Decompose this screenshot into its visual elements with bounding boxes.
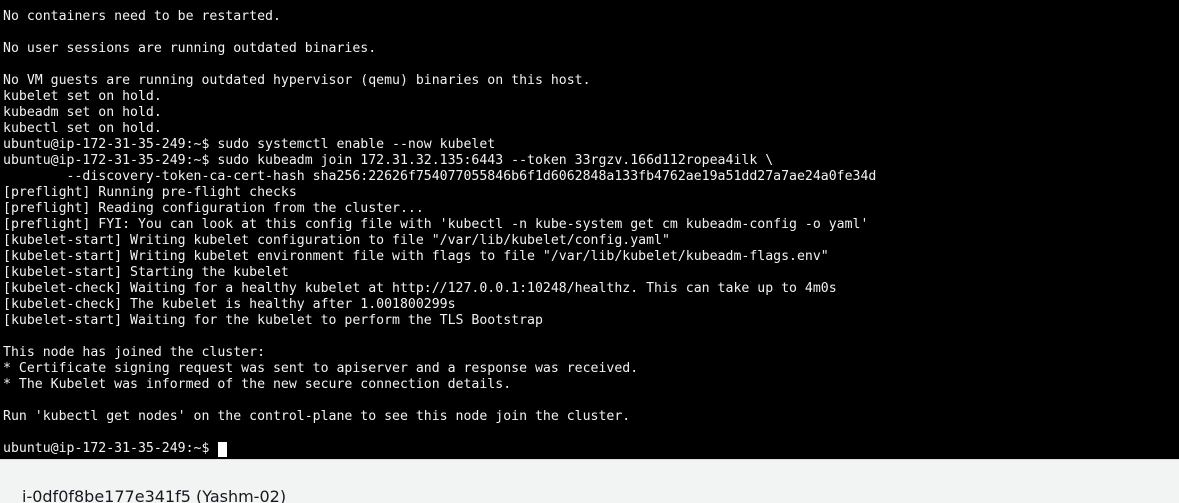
terminal-line: [kubelet-start] Starting the kubelet: [3, 265, 289, 280]
terminal-line: [kubelet-start] Waiting for the kubelet …: [3, 313, 543, 328]
terminal-line: [kubelet-check] Waiting for a healthy ku…: [3, 281, 837, 296]
terminal-output: No containers need to be restarted. No u…: [3, 9, 876, 457]
terminal-line: [kubelet-check] The kubelet is healthy a…: [3, 297, 456, 312]
terminal-line: kubeadm set on hold.: [3, 105, 162, 120]
terminal-line: Run 'kubectl get nodes' on the control-p…: [3, 409, 631, 424]
terminal-window[interactable]: No containers need to be restarted. No u…: [0, 0, 1179, 459]
terminal-line: * The Kubelet was informed of the new se…: [3, 377, 512, 392]
terminal-line: * Certificate signing request was sent t…: [3, 361, 639, 376]
terminal-line: No user sessions are running outdated bi…: [3, 41, 377, 56]
terminal-line: [kubelet-start] Writing kubelet environm…: [3, 249, 829, 264]
instance-title: i-0df0f8be177e341f5 (Yashm-02): [22, 487, 287, 503]
terminal-line: kubectl set on hold.: [3, 121, 162, 136]
terminal-line: kubelet set on hold.: [3, 89, 162, 104]
terminal-line: --discovery-token-ca-cert-hash sha256:22…: [3, 169, 877, 184]
terminal-line: ubuntu@ip-172-31-35-249:~$ sudo kubeadm …: [3, 153, 774, 168]
shell-prompt: ubuntu@ip-172-31-35-249:~$: [3, 441, 218, 456]
instance-info-bar: i-0df0f8be177e341f5 (Yashm-02): [0, 459, 1179, 503]
terminal-line: [preflight] FYI: You can look at this co…: [3, 217, 869, 232]
terminal-line: No containers need to be restarted.: [3, 9, 281, 24]
terminal-line: This node has joined the cluster:: [3, 345, 266, 360]
terminal-cursor: [218, 441, 228, 457]
terminal-line: [preflight] Reading configuration from t…: [3, 201, 424, 216]
terminal-prompt-line[interactable]: ubuntu@ip-172-31-35-249:~$: [3, 441, 876, 457]
terminal-line: No VM guests are running outdated hyperv…: [3, 73, 591, 88]
terminal-line: ubuntu@ip-172-31-35-249:~$ sudo systemct…: [3, 137, 496, 152]
terminal-line: [preflight] Running pre-flight checks: [3, 185, 297, 200]
terminal-line: [kubelet-start] Writing kubelet configur…: [3, 233, 670, 248]
